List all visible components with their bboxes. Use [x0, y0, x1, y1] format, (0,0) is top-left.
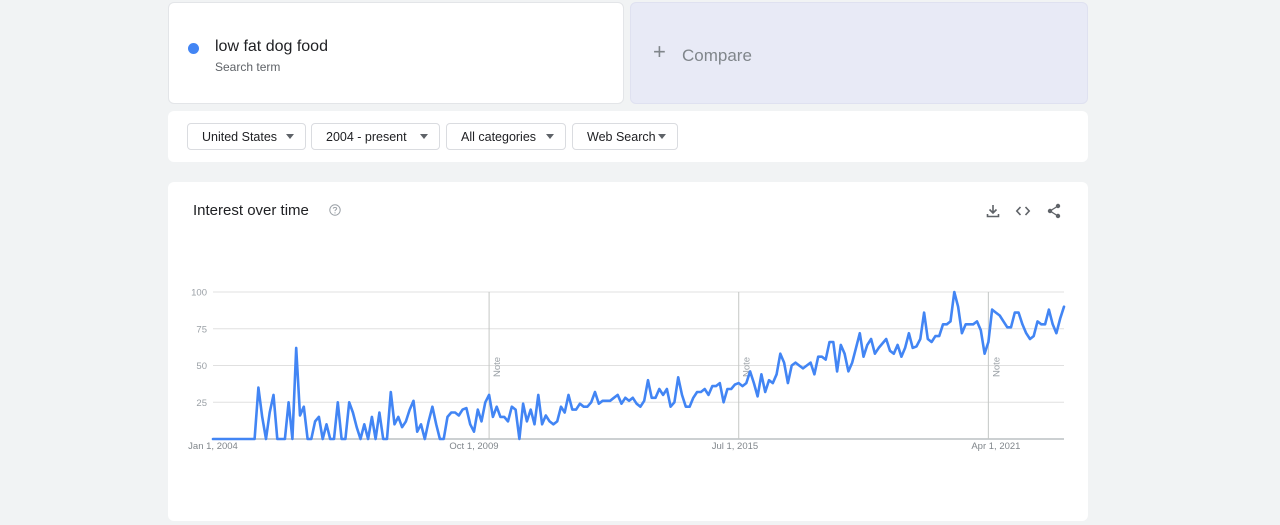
interest-over-time-widget: Interest over time 25 50 75 100 Note Note Note…: [168, 182, 1088, 521]
x-tick-label: Apr 1, 2021: [971, 441, 1020, 452]
compare-button[interactable]: + Compare: [630, 2, 1088, 104]
category-filter[interactable]: All categories: [446, 123, 566, 150]
note-label: Note: [991, 357, 1002, 377]
x-tick-label: Jul 1, 2015: [712, 441, 758, 452]
note-label: Note: [492, 357, 503, 377]
y-tick-label: 75: [196, 324, 207, 335]
y-tick-label: 50: [196, 361, 207, 372]
search-term-name[interactable]: low fat dog food: [215, 38, 328, 56]
time-range-filter-label: 2004 - present: [326, 130, 407, 144]
compare-label: Compare: [682, 46, 752, 65]
region-filter-label: United States: [202, 130, 278, 144]
y-tick-label: 100: [191, 288, 207, 299]
dropdown-arrow-icon: [286, 134, 294, 139]
dropdown-arrow-icon: [420, 134, 428, 139]
y-tick-label: 25: [196, 398, 207, 409]
x-tick-label: Jan 1, 2004: [188, 441, 238, 452]
dropdown-arrow-icon: [546, 134, 554, 139]
filter-bar: United States 2004 - present All categor…: [168, 111, 1088, 162]
search-term-sublabel: Search term: [215, 60, 281, 74]
x-tick-label: Oct 1, 2009: [449, 441, 498, 452]
category-filter-label: All categories: [461, 130, 537, 144]
region-filter[interactable]: United States: [187, 123, 306, 150]
interest-over-time-chart: 255075100Note Note NoteJan 1, 2004 Oct 1, 2…: [188, 288, 1066, 452]
search-term-card[interactable]: low fat dog food Search term: [168, 2, 624, 104]
dropdown-arrow-icon: [658, 134, 666, 139]
series-color-dot: [188, 43, 199, 54]
search-type-filter-label: Web Search: [587, 130, 656, 144]
time-range-filter[interactable]: 2004 - present: [311, 123, 440, 150]
search-type-filter[interactable]: Web Search: [572, 123, 678, 150]
plus-icon: +: [653, 39, 666, 64]
